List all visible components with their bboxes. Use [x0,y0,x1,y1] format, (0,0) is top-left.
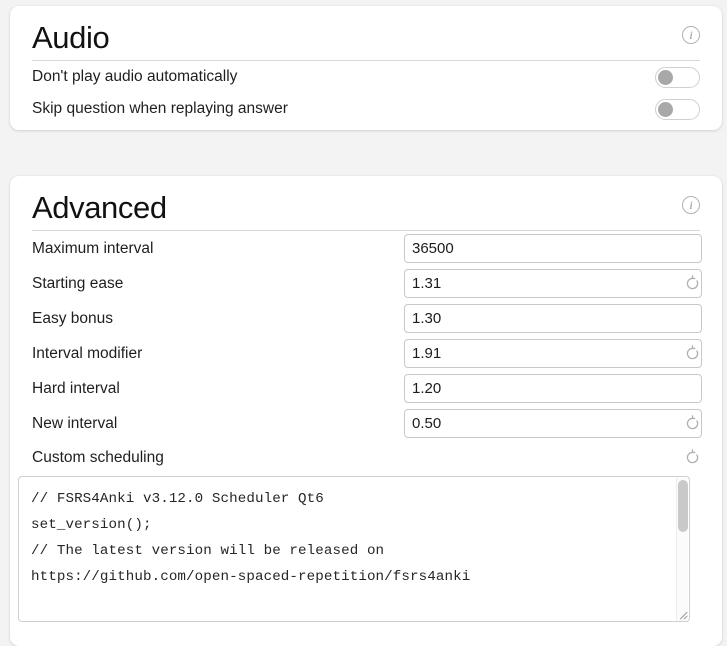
info-icon[interactable]: i [682,196,700,214]
setting-row-dont-play-audio-automatically: Don't play audio automatically [32,61,700,93]
setting-row-interval-modifier: Interval modifier [32,336,702,371]
setting-label: Easy bonus [32,309,113,327]
info-icon[interactable]: i [682,26,700,44]
starting-ease-input[interactable] [404,269,702,298]
advanced-section-title: Advanced [32,190,167,225]
maximum-interval-input[interactable] [404,234,702,263]
resize-grip-icon[interactable] [675,607,688,620]
custom-scheduling-code: // FSRS4Anki v3.12.0 Scheduler Qt6 set_v… [31,491,471,585]
audio-section-header: Audio i [32,6,700,61]
setting-label: Interval modifier [32,344,143,362]
custom-scheduling-editor-wrapper: // FSRS4Anki v3.12.0 Scheduler Qt6 set_v… [18,476,690,622]
interval-modifier-input[interactable] [404,339,702,368]
setting-row-custom-scheduling: Custom scheduling [32,444,700,472]
new-interval-input[interactable] [404,409,702,438]
setting-row-skip-question-when-replaying-answer: Skip question when replaying answer [32,93,700,125]
setting-row-hard-interval: Hard interval [32,371,702,406]
toggle-dont-play-audio-automatically[interactable] [655,67,700,88]
toggle-skip-question-when-replaying-answer[interactable] [655,99,700,120]
audio-section-title: Audio [32,20,110,55]
setting-label: Starting ease [32,274,124,292]
toggle-label: Skip question when replaying answer [32,100,288,117]
setting-label: Maximum interval [32,239,154,257]
custom-scheduling-label: Custom scheduling [32,449,164,466]
advanced-section-header: Advanced i [32,176,700,231]
toggle-knob [658,102,673,117]
advanced-settings-card: Advanced i Maximum interval Starting eas… [10,176,722,646]
custom-scheduling-textarea[interactable]: // FSRS4Anki v3.12.0 Scheduler Qt6 set_v… [18,476,690,622]
code-scrollbar[interactable] [676,478,688,621]
setting-label: Hard interval [32,379,120,397]
code-scrollbar-thumb[interactable] [678,480,688,532]
revert-icon[interactable] [684,449,701,466]
setting-row-new-interval: New interval [32,406,702,441]
easy-bonus-input[interactable] [404,304,702,333]
revert-icon[interactable] [684,415,701,432]
setting-row-starting-ease: Starting ease [32,266,702,301]
revert-icon[interactable] [684,345,701,362]
revert-icon[interactable] [684,275,701,292]
toggle-knob [658,70,673,85]
setting-label: New interval [32,414,118,432]
toggle-label: Don't play audio automatically [32,68,238,85]
setting-row-easy-bonus: Easy bonus [32,301,702,336]
audio-settings-card: Audio i Don't play audio automatically S… [10,6,722,130]
hard-interval-input[interactable] [404,374,702,403]
setting-row-maximum-interval: Maximum interval [32,231,702,266]
